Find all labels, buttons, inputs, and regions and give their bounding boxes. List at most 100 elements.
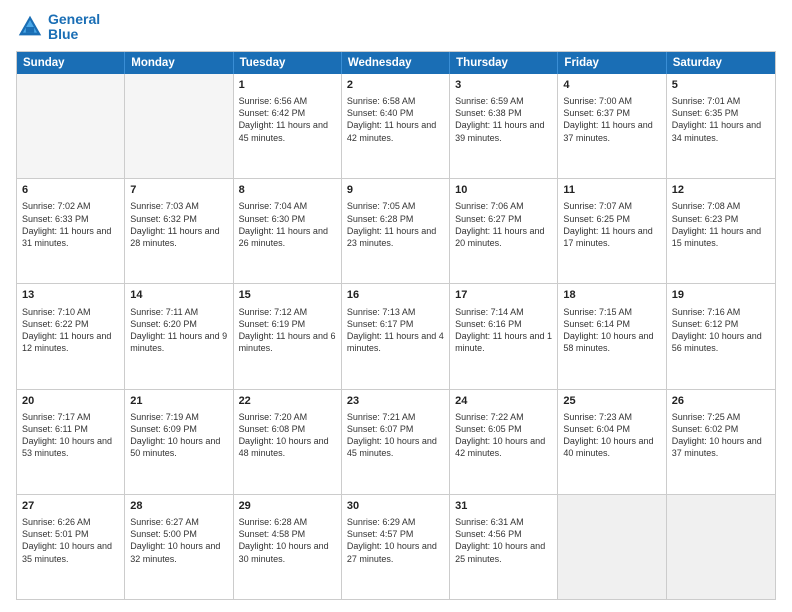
header-day-sunday: Sunday bbox=[17, 52, 125, 74]
calendar-cell-day-9: 9Sunrise: 7:05 AMSunset: 6:28 PMDaylight… bbox=[342, 179, 450, 283]
cell-text: Daylight: 10 hours and 45 minutes. bbox=[347, 435, 444, 459]
calendar-cell-empty bbox=[17, 74, 125, 178]
cell-text: Sunset: 6:07 PM bbox=[347, 423, 444, 435]
cell-text: Daylight: 10 hours and 58 minutes. bbox=[563, 330, 660, 354]
cell-text: Sunrise: 7:20 AM bbox=[239, 411, 336, 423]
cell-text: Sunrise: 7:15 AM bbox=[563, 306, 660, 318]
cell-text: Sunset: 4:57 PM bbox=[347, 528, 444, 540]
cell-text: Daylight: 11 hours and 12 minutes. bbox=[22, 330, 119, 354]
page: General Blue SundayMondayTuesdayWednesda… bbox=[0, 0, 792, 612]
calendar-cell-day-20: 20Sunrise: 7:17 AMSunset: 6:11 PMDayligh… bbox=[17, 390, 125, 494]
cell-text: Sunrise: 7:19 AM bbox=[130, 411, 227, 423]
calendar-cell-day-22: 22Sunrise: 7:20 AMSunset: 6:08 PMDayligh… bbox=[234, 390, 342, 494]
cell-text: Daylight: 10 hours and 40 minutes. bbox=[563, 435, 660, 459]
calendar-row-2: 13Sunrise: 7:10 AMSunset: 6:22 PMDayligh… bbox=[17, 283, 775, 388]
calendar-cell-day-10: 10Sunrise: 7:06 AMSunset: 6:27 PMDayligh… bbox=[450, 179, 558, 283]
cell-text: Sunrise: 7:08 AM bbox=[672, 200, 770, 212]
day-number: 16 bbox=[347, 288, 444, 303]
calendar-cell-day-16: 16Sunrise: 7:13 AMSunset: 6:17 PMDayligh… bbox=[342, 284, 450, 388]
day-number: 29 bbox=[239, 499, 336, 514]
cell-text: Sunset: 6:19 PM bbox=[239, 318, 336, 330]
calendar-cell-day-14: 14Sunrise: 7:11 AMSunset: 6:20 PMDayligh… bbox=[125, 284, 233, 388]
cell-text: Sunset: 4:58 PM bbox=[239, 528, 336, 540]
cell-text: Sunrise: 7:05 AM bbox=[347, 200, 444, 212]
calendar-row-3: 20Sunrise: 7:17 AMSunset: 6:11 PMDayligh… bbox=[17, 389, 775, 494]
day-number: 6 bbox=[22, 183, 119, 198]
cell-text: Daylight: 11 hours and 17 minutes. bbox=[563, 225, 660, 249]
day-number: 21 bbox=[130, 394, 227, 409]
cell-text: Sunrise: 7:11 AM bbox=[130, 306, 227, 318]
calendar-row-4: 27 Sunrise: 6:26 AMSunset: 5:01 PM Dayligh… bbox=[17, 494, 775, 599]
cell-text: Sunrise: 7:00 AM bbox=[563, 95, 660, 107]
day-number: 8 bbox=[239, 183, 336, 198]
cell-text: Sunset: 6:08 PM bbox=[239, 423, 336, 435]
calendar-cell-day-27: 27Sunrise: 6:26 AMSunset: 5:01 PMDayligh… bbox=[17, 495, 125, 599]
calendar-header: SundayMondayTuesdayWednesdayThursdayFrid… bbox=[17, 52, 775, 74]
cell-text: Sunrise: 6:59 AM bbox=[455, 95, 552, 107]
cell-text: Daylight: 11 hours and 6 minutes. bbox=[239, 330, 336, 354]
day-number: 3 bbox=[455, 78, 552, 93]
cell-text: Sunset: 5:00 PM bbox=[130, 528, 227, 540]
day-number: 27 bbox=[22, 499, 119, 514]
cell-text: Sunset: 6:09 PM bbox=[130, 423, 227, 435]
cell-text: Daylight: 11 hours and 4 minutes. bbox=[347, 330, 444, 354]
calendar-cell-day-7: 7Sunrise: 7:03 AMSunset: 6:32 PMDaylight… bbox=[125, 179, 233, 283]
cell-text: Sunset: 6:40 PM bbox=[347, 107, 444, 119]
calendar-cell-day-21: 21Sunrise: 7:19 AMSunset: 6:09 PMDayligh… bbox=[125, 390, 233, 494]
calendar-cell-day-12: 12Sunrise: 7:08 AMSunset: 6:23 PMDayligh… bbox=[667, 179, 775, 283]
cell-text: Sunset: 6:23 PM bbox=[672, 213, 770, 225]
cell-text: Sunset: 5:01 PM bbox=[22, 528, 119, 540]
cell-text: Daylight: 11 hours and 37 minutes. bbox=[563, 119, 660, 143]
cell-text: Sunrise: 7:01 AM bbox=[672, 95, 770, 107]
cell-text: Sunset: 6:42 PM bbox=[239, 107, 336, 119]
cell-text: Sunrise: 7:10 AM bbox=[22, 306, 119, 318]
day-number: 10 bbox=[455, 183, 552, 198]
calendar-cell-day-25: 25Sunrise: 7:23 AMSunset: 6:04 PMDayligh… bbox=[558, 390, 666, 494]
cell-text: Sunset: 6:32 PM bbox=[130, 213, 227, 225]
day-number: 4 bbox=[563, 78, 660, 93]
day-number: 17 bbox=[455, 288, 552, 303]
cell-text: Sunrise: 7:12 AM bbox=[239, 306, 336, 318]
day-number: 24 bbox=[455, 394, 552, 409]
cell-text: Daylight: 11 hours and 39 minutes. bbox=[455, 119, 552, 143]
cell-text: Sunset: 6:35 PM bbox=[672, 107, 770, 119]
header-day-saturday: Saturday bbox=[667, 52, 775, 74]
cell-text: Sunrise: 6:28 AM bbox=[239, 516, 336, 528]
calendar-row-0: 1Sunrise: 6:56 AMSunset: 6:42 PMDaylight… bbox=[17, 74, 775, 178]
day-number: 15 bbox=[239, 288, 336, 303]
cell-text: Sunrise: 7:02 AM bbox=[22, 200, 119, 212]
calendar-cell-day-17: 17Sunrise: 7:14 AMSunset: 6:16 PMDayligh… bbox=[450, 284, 558, 388]
calendar-cell-day-31: 31Sunrise: 6:31 AMSunset: 4:56 PMDayligh… bbox=[450, 495, 558, 599]
day-number: 12 bbox=[672, 183, 770, 198]
cell-text: Sunrise: 6:26 AM bbox=[22, 516, 119, 528]
day-number: 13 bbox=[22, 288, 119, 303]
cell-text: Sunrise: 7:04 AM bbox=[239, 200, 336, 212]
calendar-body: 1Sunrise: 6:56 AMSunset: 6:42 PMDaylight… bbox=[17, 74, 775, 599]
calendar-cell-day-6: 6Sunrise: 7:02 AMSunset: 6:33 PMDaylight… bbox=[17, 179, 125, 283]
cell-text: Sunset: 6:22 PM bbox=[22, 318, 119, 330]
cell-text: Daylight: 10 hours and 56 minutes. bbox=[672, 330, 770, 354]
cell-text: Sunrise: 7:23 AM bbox=[563, 411, 660, 423]
day-number: 20 bbox=[22, 394, 119, 409]
cell-text: Sunset: 6:20 PM bbox=[130, 318, 227, 330]
cell-text: Sunrise: 6:56 AM bbox=[239, 95, 336, 107]
calendar-cell-day-23: 23Sunrise: 7:21 AMSunset: 6:07 PMDayligh… bbox=[342, 390, 450, 494]
cell-text: Daylight: 10 hours and 37 minutes. bbox=[672, 435, 770, 459]
cell-text: Daylight: 10 hours and 30 minutes. bbox=[239, 540, 336, 564]
cell-text: Daylight: 11 hours and 28 minutes. bbox=[130, 225, 227, 249]
logo-icon bbox=[16, 13, 44, 41]
cell-text: Sunrise: 7:14 AM bbox=[455, 306, 552, 318]
cell-text: Daylight: 11 hours and 34 minutes. bbox=[672, 119, 770, 143]
day-number: 18 bbox=[563, 288, 660, 303]
cell-text: Daylight: 10 hours and 32 minutes. bbox=[130, 540, 227, 564]
cell-text: Sunset: 4:56 PM bbox=[455, 528, 552, 540]
calendar-cell-day-4: 4Sunrise: 7:00 AMSunset: 6:37 PMDaylight… bbox=[558, 74, 666, 178]
day-number: 9 bbox=[347, 183, 444, 198]
cell-text: Daylight: 10 hours and 48 minutes. bbox=[239, 435, 336, 459]
day-number: 23 bbox=[347, 394, 444, 409]
cell-text: Daylight: 10 hours and 53 minutes. bbox=[22, 435, 119, 459]
cell-text: Daylight: 10 hours and 25 minutes. bbox=[455, 540, 552, 564]
calendar-cell-day-30: 30Sunrise: 6:29 AMSunset: 4:57 PMDayligh… bbox=[342, 495, 450, 599]
header-day-friday: Friday bbox=[558, 52, 666, 74]
day-number: 5 bbox=[672, 78, 770, 93]
